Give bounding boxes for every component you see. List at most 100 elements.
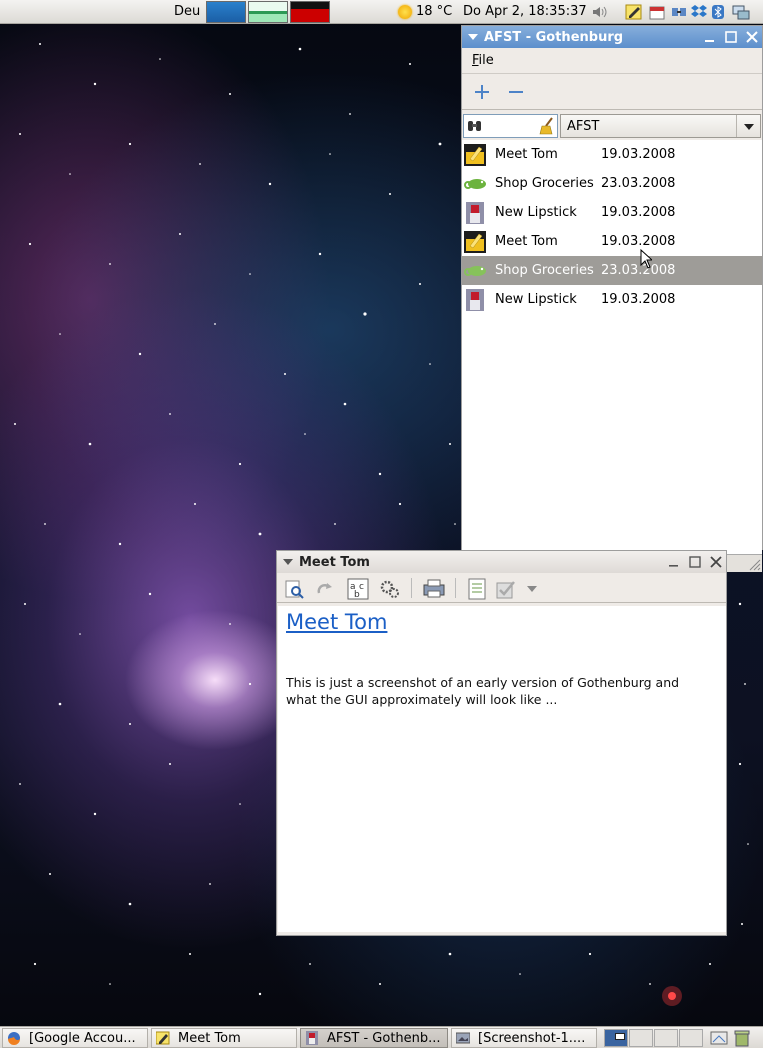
checkbox-icon[interactable] [495,578,517,600]
window-menu-icon[interactable] [468,32,478,42]
close-icon[interactable] [744,29,760,45]
network-icon[interactable] [670,3,688,21]
lipstick-icon [306,1031,318,1045]
screenshot-icon [456,1032,470,1044]
note-folder-icon [464,144,486,166]
binoculars-icon [468,121,481,131]
note-titlebar[interactable]: Meet Tom [277,551,726,573]
redo-icon[interactable] [315,579,335,599]
memory-monitor-graph[interactable] [248,1,288,23]
menu-file[interactable]: File [472,53,494,68]
dropbox-icon[interactable] [690,3,708,21]
sun-icon [398,4,412,19]
bottom-taskbar: [Google Accou... Meet Tom AFST - Gothenb… [0,1026,763,1048]
item-date: 19.03.2008 [601,147,676,162]
item-name: Shop Groceries [495,176,594,191]
clear-broom-icon[interactable] [539,117,555,135]
task-screenshot[interactable]: [Screenshot-1.... [451,1028,597,1048]
search-input[interactable] [463,114,558,138]
notes-icon[interactable] [467,578,487,600]
item-date: 23.03.2008 [601,176,676,191]
combo-value: AFST [567,119,600,134]
task-afst-gothenburg[interactable]: AFST - Gothenb... [300,1028,448,1048]
list-item[interactable]: Shop Groceries 23.03.2008 [462,169,762,198]
task-meet-tom[interactable]: Meet Tom [151,1028,297,1048]
workspace-1[interactable] [604,1029,628,1047]
afst-window: AFST - Gothenburg File AFST Meet Tom 19.… [461,25,763,572]
firefox-icon [8,1032,20,1045]
minimize-icon[interactable] [702,29,718,45]
top-panel: Deu 18 °C Do Apr 2, 18:35:37 [0,0,763,24]
item-date: 19.03.2008 [601,205,676,220]
workspace-window-thumb [615,1033,625,1040]
workspace-3[interactable] [654,1029,678,1047]
network-monitor-graph[interactable] [290,1,330,23]
bluetooth-icon[interactable] [709,3,727,21]
item-name: Shop Groceries [495,263,594,278]
show-desktop-icon[interactable] [710,1029,728,1047]
find-icon[interactable] [285,579,305,599]
workspace-4[interactable] [679,1029,703,1047]
item-name: New Lipstick [495,205,577,220]
toolbar-separator [455,578,456,598]
plus-icon[interactable] [472,82,492,102]
settings-icon[interactable] [379,578,401,600]
item-name: New Lipstick [495,292,577,307]
weather-applet[interactable]: 18 °C [398,4,452,19]
trash-icon[interactable] [733,1029,751,1047]
note-heading[interactable]: Meet Tom [286,610,718,634]
close-icon[interactable] [708,554,724,570]
list-item-selected[interactable]: Shop Groceries 23.03.2008 [462,256,762,285]
calendar-applet-icon[interactable] [648,3,666,21]
list-item[interactable]: Meet Tom 19.03.2008 [462,140,762,169]
minimize-icon[interactable] [666,554,682,570]
tomboy-note-icon[interactable] [625,3,643,21]
resize-grip-icon[interactable] [747,557,761,571]
maximize-icon[interactable] [687,554,703,570]
task-label: [Google Accou... [29,1030,136,1046]
afst-menubar: File [462,48,762,74]
clock[interactable]: Do Apr 2, 18:35:37 [463,4,587,19]
list-item[interactable]: Meet Tom 19.03.2008 [462,227,762,256]
list-item[interactable]: New Lipstick 19.03.2008 [462,198,762,227]
display-icon[interactable] [732,3,750,21]
window-title: Meet Tom [299,554,370,570]
note-icon [156,1031,170,1045]
svg-text:c: c [359,582,364,592]
task-label: Meet Tom [178,1030,241,1046]
volume-icon[interactable] [591,3,609,21]
item-list: Meet Tom 19.03.2008 Shop Groceries 23.03… [462,140,762,554]
maximize-icon[interactable] [723,29,739,45]
toolbar-separator [411,578,412,598]
afst-toolbar [462,74,762,110]
note-toolbar: abc [277,573,726,603]
category-combo[interactable]: AFST [560,114,761,138]
print-icon[interactable] [423,579,445,599]
combo-arrow[interactable] [736,115,760,137]
filter-row: AFST [462,112,762,140]
item-date: 19.03.2008 [601,234,676,249]
minus-icon[interactable] [506,82,526,102]
dropdown-icon[interactable] [527,586,537,592]
item-date: 19.03.2008 [601,292,676,307]
task-google-accounts[interactable]: [Google Accou... [2,1028,148,1048]
note-body-text: This is just a screenshot of an early ve… [286,675,680,707]
lipstick-icon [466,202,484,224]
workspace-2[interactable] [629,1029,653,1047]
task-label: AFST - Gothenb... [327,1030,441,1046]
afst-titlebar[interactable]: AFST - Gothenburg [462,26,762,48]
window-menu-icon[interactable] [283,557,293,567]
keyboard-layout-indicator[interactable]: Deu [174,4,200,19]
task-label: [Screenshot-1.... [478,1030,586,1046]
list-item[interactable]: New Lipstick 19.03.2008 [462,285,762,314]
note-window: Meet Tom abc Meet Tom This is just a scr… [276,550,727,936]
lipstick-icon [466,289,484,311]
item-name: Meet Tom [495,234,558,249]
item-date: 23.03.2008 [601,263,676,278]
chevron-down-icon [744,124,754,130]
mouse-cursor-icon [640,249,652,269]
note-folder-icon [464,231,486,253]
note-editor[interactable]: Meet Tom This is just a screenshot of an… [278,606,726,932]
spellcheck-icon[interactable]: abc [347,578,369,600]
cpu-monitor-graph[interactable] [206,1,246,23]
